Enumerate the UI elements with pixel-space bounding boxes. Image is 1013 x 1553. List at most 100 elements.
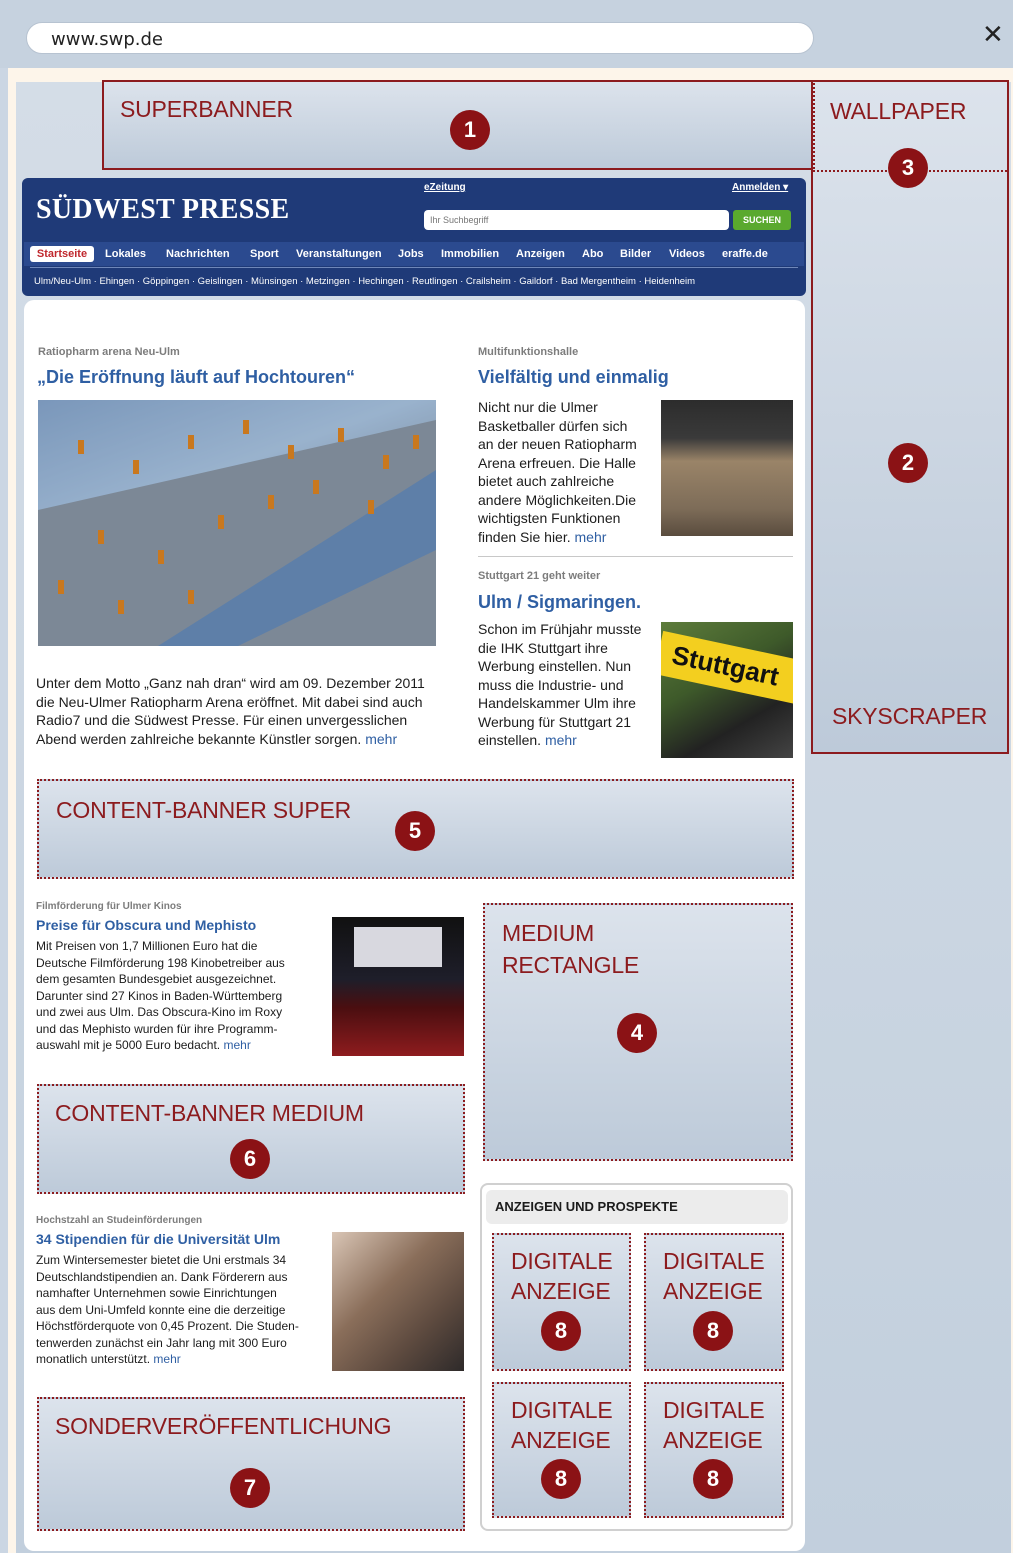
side2-kicker: Stuttgart 21 geht weiter — [478, 570, 601, 582]
badge-1: 1 — [450, 110, 490, 150]
digitale-anzeige-1-line2: ANZEIGE — [511, 1278, 611, 1304]
text-line: finden Sie hier. mehr — [478, 528, 658, 547]
badge-8: 8 — [693, 1311, 733, 1351]
stuttgart-image[interactable]: Stuttgart — [661, 622, 793, 758]
stuttgart-sign: Stuttgart — [661, 630, 793, 706]
text-line: Abend werden zahlreiche bekannte Künstle… — [36, 730, 456, 749]
login-link[interactable]: Anmelden ▾ — [732, 182, 788, 193]
text-line: Mit Preisen von 1,7 Millionen Euro hat d… — [36, 939, 258, 953]
nav-item-jobs[interactable]: Jobs — [398, 248, 424, 260]
wallpaper-label: WALLPAPER — [830, 98, 967, 124]
text-line: Arena erfreuen. Die Halle — [478, 454, 636, 471]
digitale-anzeige-2-line1: DIGITALE — [663, 1248, 765, 1274]
cinema-image[interactable] — [332, 917, 464, 1056]
side2-headline[interactable]: Ulm / Sigmaringen. — [478, 592, 641, 613]
text-line: und zwei aus Ulm. Das Obscura-Kino im Ro… — [36, 1005, 283, 1019]
address-bar[interactable]: www.swp.de — [26, 22, 814, 54]
arena-image[interactable] — [38, 400, 436, 646]
nav-item-nachrichten[interactable]: Nachrichten — [166, 248, 230, 260]
uni-kicker: Hochstzahl an Studeinförderungen — [36, 1215, 203, 1226]
close-icon[interactable]: ✕ — [982, 20, 1004, 50]
main-article-kicker: Ratiopharm arena Neu-Ulm — [38, 346, 180, 358]
nav-item-lokales[interactable]: Lokales — [105, 248, 146, 260]
badge-6: 6 — [230, 1139, 270, 1179]
site-logo[interactable]: SÜDWEST PRESSE — [36, 194, 289, 226]
more-link[interactable]: mehr — [575, 529, 607, 545]
nav-item-anzeigen[interactable]: Anzeigen — [516, 248, 565, 260]
main-article-text: Unter dem Motto „Ganz nah dran“ wird am … — [36, 674, 456, 748]
ezeitung-link[interactable]: eZeitung — [424, 182, 466, 193]
main-article-headline[interactable]: „Die Eröffnung läuft auf Hochtouren“ — [37, 367, 355, 388]
medium-rectangle-label-2: RECTANGLE — [502, 952, 640, 978]
wallpaper-divider — [813, 80, 815, 172]
text-line: Werbung einstellen. Nun — [478, 658, 632, 674]
more-link[interactable]: mehr — [365, 731, 397, 747]
nav-item-immobilien[interactable]: Immobilien — [441, 248, 499, 260]
article-divider — [478, 556, 793, 557]
text-line: dem gesamten Bundesgebiet ausgezeichnet. — [36, 972, 277, 986]
nav-item-abo[interactable]: Abo — [582, 248, 603, 260]
text-segment: finden Sie hier. — [478, 528, 571, 545]
text-line: die IHK Stuttgart ihre — [478, 639, 608, 656]
uni-text: Zum Wintersemester bietet die Uni erstma… — [36, 1252, 331, 1368]
skyscraper-label: SKYSCRAPER — [832, 703, 988, 729]
uni-headline[interactable]: 34 Stipendien für die Universität Ulm — [36, 1231, 280, 1247]
nav-item-sport[interactable]: Sport — [250, 248, 279, 260]
text-line: Handelskammer Ulm ihre — [478, 695, 636, 711]
arena-facade-graphic — [38, 400, 436, 646]
nav-divider — [30, 267, 798, 268]
text-line: Zum Wintersemester bietet die Uni erstma… — [36, 1253, 287, 1267]
browser-chrome: www.swp.de ✕ — [0, 0, 1013, 68]
anzeigen-title: ANZEIGEN UND PROSPEKTE — [495, 1199, 678, 1214]
digitale-anzeige-2-line2: ANZEIGE — [663, 1278, 763, 1304]
text-line: und das Mephisto wurden für ihre Program… — [36, 1021, 278, 1036]
badge-8: 8 — [541, 1311, 581, 1351]
text-line: die Neu-Ulmer Ratiopharm Arena eröffnet.… — [36, 693, 423, 710]
search-button[interactable]: SUCHEN — [733, 210, 791, 230]
nav-item-veranstaltungen[interactable]: Veranstaltungen — [296, 248, 382, 260]
more-link[interactable]: mehr — [545, 732, 577, 748]
text-segment: Abend werden zahlreiche bekannte Künstle… — [36, 730, 362, 747]
text-line: Darunter sind 27 Kinos in Baden-Württemb… — [36, 988, 283, 1003]
text-line: Werbung für Stuttgart 21 — [478, 713, 632, 730]
digitale-anzeige-4-line1: DIGITALE — [663, 1397, 765, 1423]
cinema-screen — [354, 927, 442, 967]
nav-item-eraffe[interactable]: eraffe.de — [722, 248, 768, 260]
site-header: SÜDWEST PRESSE eZeitung Anmelden ▾ SUCHE… — [22, 178, 806, 296]
text-line: andere Möglichkeiten.Die — [478, 491, 636, 508]
text-line: tenwerden zunächst ein Jahr lang mit 300… — [36, 1335, 287, 1350]
text-line: bietet auch zahlreiche — [478, 473, 615, 489]
text-line: muss die Industrie- und — [478, 676, 624, 693]
search-input[interactable] — [424, 210, 729, 230]
hall-image[interactable] — [661, 400, 793, 536]
nav-item-startseite[interactable]: Startseite — [30, 246, 94, 262]
text-line: wichtigsten Funktionen — [478, 510, 621, 526]
text-line: namhafter Unternehmen sowie Einrichtunge… — [36, 1286, 277, 1300]
badge-8: 8 — [693, 1459, 733, 1499]
superbanner-label: SUPERBANNER — [120, 96, 293, 122]
kino-headline[interactable]: Preise für Obscura und Mephisto — [36, 917, 256, 933]
text-line: monatlich unterstützt. mehr — [36, 1351, 331, 1368]
digitale-anzeige-3-line1: DIGITALE — [511, 1397, 613, 1423]
regional-links[interactable]: Ulm/Neu-Ulm · Ehingen · Göppingen · Geis… — [34, 276, 695, 287]
side1-headline[interactable]: Vielfältig und einmalig — [478, 367, 669, 388]
nav-item-bilder[interactable]: Bilder — [620, 248, 651, 260]
side2-text: Schon im Frühjahr musste die IHK Stuttga… — [478, 620, 658, 750]
more-link[interactable]: mehr — [223, 1038, 250, 1052]
text-segment: auswahl mit je 5000 Euro bedacht. — [36, 1038, 221, 1052]
sign-text: Stuttgart — [669, 639, 782, 692]
side1-kicker: Multifunktionshalle — [478, 346, 579, 358]
medium-rectangle-label-1: MEDIUM — [502, 920, 595, 946]
more-link[interactable]: mehr — [153, 1352, 180, 1366]
badge-5: 5 — [395, 811, 435, 851]
badge-2: 2 — [888, 443, 928, 483]
badge-7: 7 — [230, 1468, 270, 1508]
nav-item-videos[interactable]: Videos — [669, 248, 705, 260]
badge-3: 3 — [888, 148, 928, 188]
badge-8: 8 — [541, 1459, 581, 1499]
text-line: einstellen. mehr — [478, 731, 658, 750]
students-image[interactable] — [332, 1232, 464, 1371]
text-line: Nicht nur die Ulmer — [478, 399, 598, 415]
digitale-anzeige-4-line2: ANZEIGE — [663, 1427, 763, 1453]
text-line: Radio7 und die Südwest Presse. Für einen… — [36, 712, 408, 728]
